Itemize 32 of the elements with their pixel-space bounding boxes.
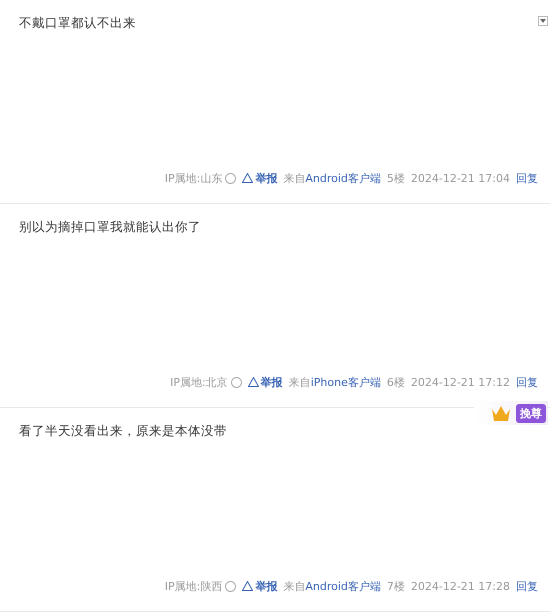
post-content: 别以为摘掉口罩我就能认出你了	[19, 219, 202, 236]
help-icon[interactable]	[225, 580, 236, 592]
post-time: 2024-12-21 17:04	[410, 172, 510, 184]
client-link[interactable]: iPhone客户端	[310, 376, 381, 388]
reply-link[interactable]: 回复	[516, 578, 538, 594]
badge-label: 挽尊	[516, 404, 546, 422]
source-label: 来自	[283, 580, 306, 592]
report-link[interactable]: 举报	[242, 170, 278, 186]
reply-link[interactable]: 回复	[516, 170, 538, 186]
help-icon[interactable]	[225, 172, 236, 184]
floor-number: 5楼	[386, 170, 405, 186]
warning-icon	[242, 581, 254, 591]
floor-number: 7楼	[386, 578, 405, 594]
ip-location: IP属地:北京	[170, 374, 228, 390]
report-link[interactable]: 举报	[242, 578, 278, 594]
client-link[interactable]: Android客户端	[305, 580, 381, 592]
report-link[interactable]: 举报	[248, 374, 283, 390]
dropdown-icon[interactable]	[538, 16, 548, 26]
post-content: 不戴口罩都认不出来	[19, 15, 137, 32]
post-time: 2024-12-21 17:28	[410, 580, 510, 592]
warning-icon	[242, 173, 254, 183]
ip-location: IP属地:山东	[164, 170, 222, 186]
floor-number: 6楼	[386, 374, 405, 390]
source-label: 来自	[288, 376, 311, 388]
source-label: 来自	[283, 172, 306, 184]
ip-location: IP属地:陕西	[164, 578, 222, 594]
post-content: 看了半天没看出来，原来是本体没带	[19, 423, 228, 440]
reply-link[interactable]: 回复	[516, 374, 538, 390]
post-time: 2024-12-21 17:12	[410, 376, 510, 388]
warning-icon	[248, 377, 259, 387]
client-link[interactable]: Android客户端	[305, 172, 381, 184]
help-icon[interactable]	[230, 376, 242, 388]
